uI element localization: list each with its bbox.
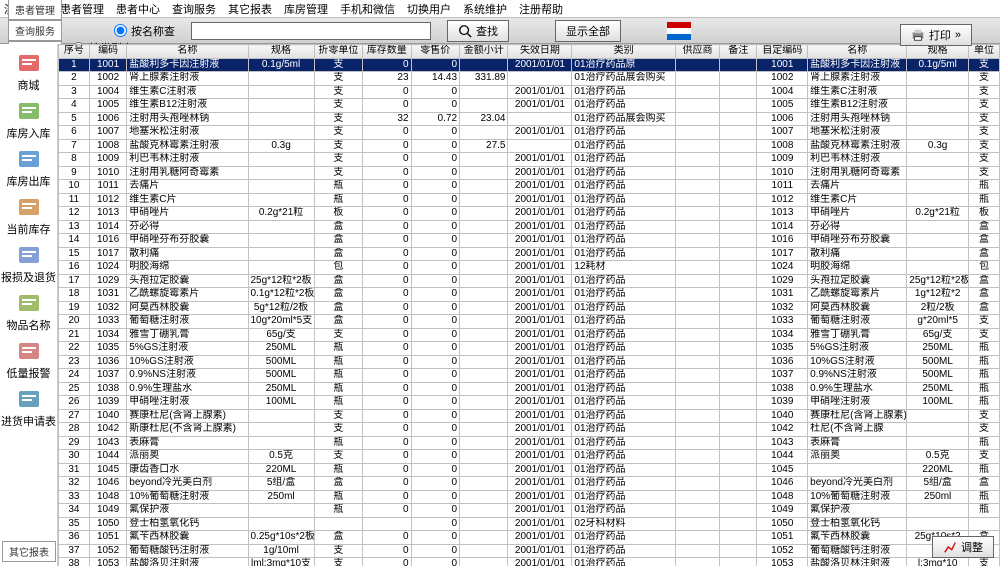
col-14[interactable]: 规格 <box>907 45 969 59</box>
table-row[interactable]: 23103610%GS注射液500ML瓶002001/01/0101治疗药品10… <box>59 355 1000 369</box>
table-row[interactable]: 261039甲硝唑注射液100ML瓶002001/01/0101治疗药品1039… <box>59 396 1000 410</box>
table-row[interactable]: 111012维生素C片瓶002001/01/0101治疗药品1012维生素C片瓶 <box>59 193 1000 207</box>
subtab-1[interactable]: 查询服务 <box>8 20 62 41</box>
table-row[interactable]: 201033葡萄糖注射液10g*20ml*5支盒002001/01/0101治疗… <box>59 315 1000 329</box>
col-3[interactable]: 规格 <box>248 45 314 59</box>
table-row[interactable]: 321046beyond冷光美白剂5组/盒盒002001/01/0101治疗药品… <box>59 477 1000 491</box>
side-6[interactable]: 低量报警 <box>0 336 57 384</box>
table-row[interactable]: 361051氟苄西林胶囊0.25g*10s*2板盒002001/01/0101治… <box>59 531 1000 545</box>
table-row[interactable]: 101011去痛片瓶002001/01/0101治疗药品1011去痛片瓶 <box>59 180 1000 194</box>
menu-5[interactable]: 库房管理 <box>284 1 328 17</box>
table-row[interactable]: 341049氟保护液瓶002001/01/0101治疗药品1049氟保护液瓶 <box>59 504 1000 518</box>
col-1[interactable]: 编码 <box>89 45 126 59</box>
side-1[interactable]: 库房入库 <box>0 96 57 144</box>
table-row[interactable]: 371052葡萄糖酸钙注射液1g/10ml支002001/01/0101治疗药品… <box>59 544 1000 558</box>
menu-3[interactable]: 查询服务 <box>172 1 216 17</box>
table-row[interactable]: 21002肾上腺素注射液支2314.43331.8901治疗药品展会购买1002… <box>59 72 1000 86</box>
bottom-other-report[interactable]: 其它报表 <box>2 541 56 562</box>
table-row[interactable]: 171029头孢拉定胶囊25g*12粒*2板盒002001/01/0101治疗药… <box>59 274 1000 288</box>
table-row[interactable]: 151017散利痛盒002001/01/0101治疗药品1017散利痛盒 <box>59 247 1000 261</box>
side-5[interactable]: 物品名称 <box>0 288 57 336</box>
col-10[interactable]: 供应商 <box>675 45 719 59</box>
flag-icon <box>667 22 691 40</box>
search-button[interactable]: 查找 <box>447 20 509 42</box>
table-row[interactable]: 41005维生素B12注射液支002001/01/0101治疗药品1005维生素… <box>59 99 1000 113</box>
col-15[interactable]: 单位 <box>969 45 1000 59</box>
table-row[interactable]: 33104810%葡萄糖注射液250ml瓶002001/01/0101治疗药品1… <box>59 490 1000 504</box>
menu-2[interactable]: 患者中心 <box>116 1 160 17</box>
col-2[interactable]: 名称 <box>127 45 248 59</box>
col-4[interactable]: 折零单位 <box>314 45 362 59</box>
menu-6[interactable]: 手机和微信 <box>340 1 395 17</box>
table-row[interactable]: 2410370.9%NS注射液500ML瓶002001/01/0101治疗药品1… <box>59 369 1000 383</box>
table-row[interactable]: 2210355%GS注射液250ML瓶002001/01/0101治疗药品103… <box>59 342 1000 356</box>
table-row[interactable]: 131014芬必得盒002001/01/0101治疗药品1014芬必得盒 <box>59 220 1000 234</box>
table-row[interactable]: 191032阿莫西林胶囊5g*12粒/2板盒002001/01/0101治疗药品… <box>59 301 1000 315</box>
table-row[interactable]: 301044派丽奥0.5克支002001/01/0101治疗药品1044派丽奥0… <box>59 450 1000 464</box>
table-row[interactable]: 71008盐酸克林霉素注射液0.3g支0027.501治疗药品1008盐酸克林霉… <box>59 139 1000 153</box>
col-8[interactable]: 失效日期 <box>508 45 572 59</box>
col-11[interactable]: 备注 <box>720 45 757 59</box>
menu-8[interactable]: 系统维护 <box>463 1 507 17</box>
table-row[interactable]: 121013甲硝唑片0.2g*21粒板002001/01/0101治疗药品101… <box>59 207 1000 221</box>
search-by-name[interactable]: 按名称查 <box>114 23 175 39</box>
col-9[interactable]: 类别 <box>572 45 676 59</box>
table-row[interactable]: 211034雅雪丁硼乳膏65g/支支002001/01/0101治疗药品1034… <box>59 328 1000 342</box>
table-row[interactable]: 281042斯康杜尼(不含肾上腺素)支002001/01/0101治疗药品104… <box>59 423 1000 437</box>
table-row[interactable]: 81009利巴韦林注射液支002001/01/0101治疗药品1009利巴韦林注… <box>59 153 1000 167</box>
table-row[interactable]: 2510380.9%生理盐水250ML瓶002001/01/0101治疗药品10… <box>59 382 1000 396</box>
side-2[interactable]: 库房出库 <box>0 144 57 192</box>
menu-9[interactable]: 注册帮助 <box>519 1 563 17</box>
table-row[interactable]: 141016甲硝唑芬布芬胶囊盒002001/01/0101治疗药品1016甲硝唑… <box>59 234 1000 248</box>
table-row[interactable]: 161024明胶海绵包002001/01/0112耗材1024明胶海绵包 <box>59 261 1000 275</box>
print-button[interactable]: 打印 » <box>900 24 972 46</box>
col-6[interactable]: 零售价 <box>411 45 459 59</box>
table-row[interactable]: 61007地塞米松注射液支002001/01/0101治疗药品1007地塞米松注… <box>59 126 1000 140</box>
table-row[interactable]: 31004维生素C注射液支002001/01/0101治疗药品1004维生素C注… <box>59 85 1000 99</box>
col-5[interactable]: 库存数量 <box>363 45 411 59</box>
table-row[interactable]: 91010注射用乳糖阿奇霉素支002001/01/0101治疗药品1010注射用… <box>59 166 1000 180</box>
adjust-button[interactable]: 调整 <box>932 536 994 558</box>
col-13[interactable]: 名称 <box>808 45 907 59</box>
menu-1[interactable]: 患者管理 <box>60 1 104 17</box>
col-7[interactable]: 金额小计 <box>460 45 508 59</box>
table-row[interactable]: 51006注射用头孢唑林钠支320.7223.0401治疗药品展会购买1006注… <box>59 112 1000 126</box>
table-row[interactable]: 11001盐酸利多卡因注射液0.1g/5ml支002001/01/0101治疗药… <box>59 58 1000 72</box>
table-row[interactable]: 181031乙酰螺旋霉素片0.1g*12粒*2板盒002001/01/0101治… <box>59 288 1000 302</box>
table-row[interactable]: 291043表麻膏瓶002001/01/0101治疗药品1043表麻膏瓶 <box>59 436 1000 450</box>
side-4[interactable]: 报损及退货 <box>0 240 57 288</box>
col-0[interactable]: 序号 <box>59 45 90 59</box>
showall-button[interactable]: 显示全部 <box>555 20 621 42</box>
col-12[interactable]: 自定编码 <box>757 45 808 59</box>
table-row[interactable]: 381053盐酸洛贝注射液lml:3mg*10支支002001/01/0101治… <box>59 558 1000 566</box>
table-row[interactable]: 311045康齿香口水220ML瓶002001/01/0101治疗药品10452… <box>59 463 1000 477</box>
side-0[interactable]: 商城 <box>0 48 57 96</box>
subtab-0[interactable]: 患者管理 <box>8 0 62 20</box>
search-input[interactable] <box>191 22 431 40</box>
menu-7[interactable]: 切换用户 <box>407 1 451 17</box>
table-row[interactable]: 351050登士柏氢氧化钙02001/01/0102牙科材料1050登士柏氢氧化… <box>59 517 1000 531</box>
side-3[interactable]: 当前库存 <box>0 192 57 240</box>
table-row[interactable]: 271040赛康杜尼(含肾上腺素)支002001/01/0101治疗药品1040… <box>59 409 1000 423</box>
menu-4[interactable]: 其它报表 <box>228 1 272 17</box>
side-7[interactable]: 进货申请表 <box>0 384 57 432</box>
